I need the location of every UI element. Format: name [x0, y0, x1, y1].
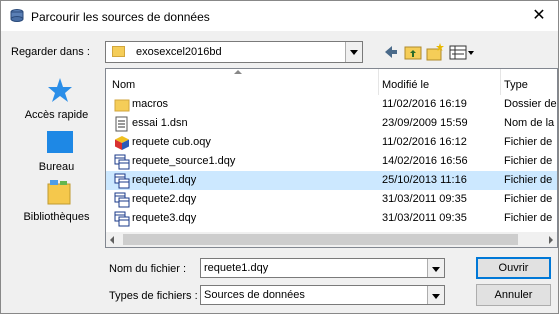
quick-access-label: Accès rapide [24, 109, 89, 121]
list-item[interactable]: requete_source1.dqy 14/02/2016 16:56 Fic… [106, 152, 557, 171]
file-name: requete3.dqy [132, 212, 197, 224]
file-name: essai 1.dsn [132, 117, 188, 129]
places-bar: Accès rapide Bureau Bibliothèques [9, 69, 104, 249]
column-name-header[interactable]: Nom [112, 79, 135, 91]
look-in-dropdown[interactable]: exosexcel2016bd [105, 41, 363, 63]
list-item[interactable]: requete3.dqy 31/03/2011 09:35 Fichier de [106, 209, 557, 228]
sort-ascending-icon [234, 70, 242, 74]
file-name: requete_source1.dqy [132, 155, 236, 167]
close-icon[interactable]: ✕ [530, 7, 548, 25]
horizontal-scrollbar[interactable] [106, 232, 557, 247]
file-date: 14/02/2016 16:56 [382, 155, 468, 167]
file-date: 11/02/2016 16:12 [382, 136, 467, 148]
libraries-label: Bibliothèques [23, 211, 90, 223]
column-type-header[interactable]: Type [504, 79, 528, 91]
file-name: requete1.dqy [132, 174, 197, 186]
star-icon [48, 78, 72, 102]
column-divider[interactable] [378, 69, 379, 95]
view-menu-icon[interactable] [449, 41, 475, 63]
file-name: macros [132, 98, 169, 110]
libraries-place[interactable]: Bibliothèques [9, 179, 104, 227]
query-file-icon [114, 211, 130, 227]
file-name: requete cub.oqy [132, 136, 211, 148]
column-header: Nom Modifié le Type [106, 69, 557, 95]
list-item[interactable]: macros 11/02/2016 16:19 Dossier de [106, 95, 557, 114]
up-folder-icon[interactable] [404, 41, 422, 63]
file-type: Fichier de [504, 174, 553, 186]
data-source-icon [10, 9, 24, 22]
list-item-selected[interactable]: requete1.dqy 25/10/2013 11:16 Fichier de [106, 171, 557, 190]
query-file-icon [114, 173, 130, 189]
file-name-input[interactable]: requete1.dqy [200, 258, 445, 278]
scroll-right-arrow-icon[interactable] [549, 236, 553, 244]
scroll-left-arrow-icon[interactable] [110, 236, 114, 244]
file-type-value: Sources de données [204, 289, 305, 301]
title-bar[interactable]: Parcourir les sources de données ✕ [1, 1, 558, 31]
quick-access-place[interactable]: Accès rapide [9, 77, 104, 127]
file-type: Fichier de [504, 212, 553, 224]
file-date: 25/10/2013 11:16 [382, 174, 467, 186]
new-folder-icon[interactable] [426, 41, 444, 63]
list-item[interactable]: requete2.dqy 31/03/2011 09:35 Fichier de [106, 190, 557, 209]
list-item[interactable]: requete cub.oqy 11/02/2016 16:12 Fichier… [106, 133, 557, 152]
open-button[interactable]: Ouvrir [476, 257, 551, 279]
scrollbar-thumb[interactable] [123, 234, 518, 245]
file-date: 31/03/2011 09:35 [382, 193, 467, 205]
file-type: Fichier de [504, 155, 553, 167]
file-date: 31/03/2011 09:35 [382, 212, 467, 224]
chevron-down-icon[interactable] [345, 42, 362, 62]
file-date: 23/09/2009 15:59 [382, 117, 468, 129]
chevron-down-icon[interactable] [427, 286, 444, 304]
file-list[interactable]: Nom Modifié le Type macros 11/02/2016 16… [105, 68, 558, 248]
column-date-header[interactable]: Modifié le [382, 79, 429, 91]
file-type: Fichier de [504, 136, 553, 148]
file-name: requete2.dqy [132, 193, 197, 205]
olap-cube-icon [115, 136, 129, 150]
query-file-icon [114, 192, 130, 208]
file-name-label: Nom du fichier : [109, 263, 187, 275]
window-title: Parcourir les sources de données [31, 10, 210, 24]
desktop-place[interactable]: Bureau [9, 131, 104, 177]
file-type: Nom de la [504, 117, 555, 129]
libraries-icon [47, 180, 71, 205]
browse-data-sources-dialog: Parcourir les sources de données ✕ Regar… [0, 0, 559, 314]
file-name-value: requete1.dqy [204, 262, 269, 274]
look-in-label: Regarder dans : [11, 46, 90, 58]
cancel-button[interactable]: Annuler [476, 284, 551, 306]
dsn-file-icon [115, 116, 128, 132]
chevron-down-icon[interactable] [427, 259, 444, 277]
file-date: 11/02/2016 16:19 [382, 98, 467, 110]
column-divider[interactable] [500, 69, 501, 95]
query-file-icon [114, 154, 130, 170]
back-arrow-icon[interactable] [383, 41, 399, 63]
look-in-value: exosexcel2016bd [136, 46, 222, 58]
folder-icon [112, 46, 125, 57]
desktop-label: Bureau [38, 161, 75, 173]
file-type: Fichier de [504, 193, 553, 205]
desktop-icon [47, 131, 73, 153]
list-item[interactable]: essai 1.dsn 23/09/2009 15:59 Nom de la [106, 114, 557, 133]
file-type: Dossier de [504, 98, 557, 110]
folder-icon [114, 99, 130, 112]
file-type-label: Types de fichiers : [109, 290, 198, 302]
file-type-dropdown[interactable]: Sources de données [200, 285, 445, 305]
